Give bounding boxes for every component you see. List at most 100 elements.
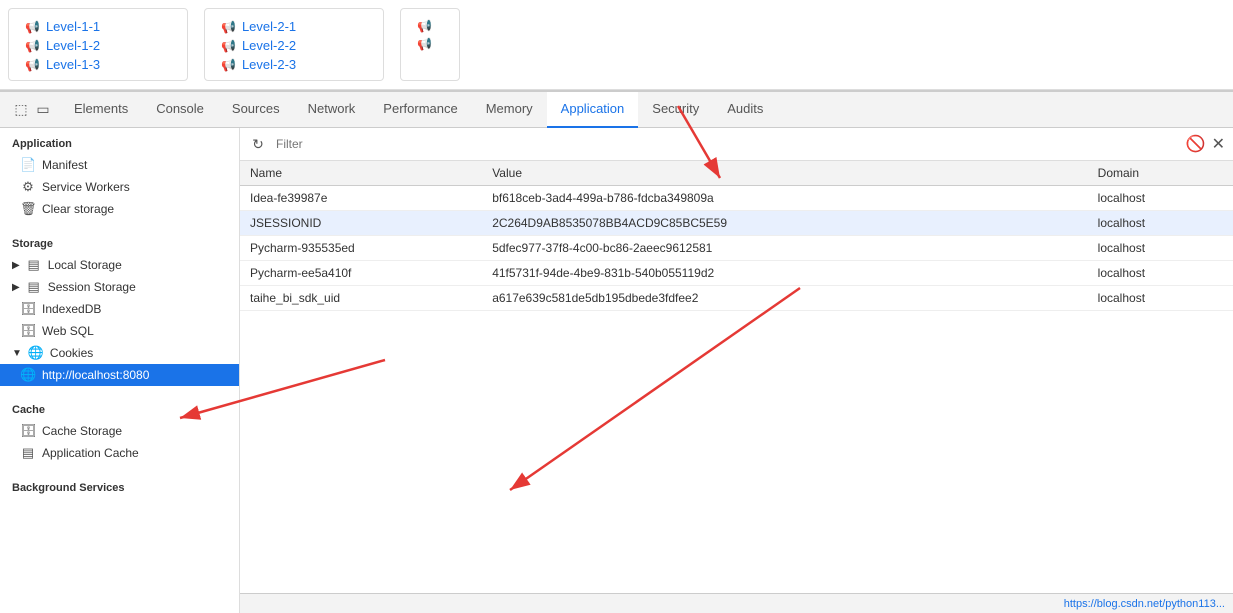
cell-value: 2C264D9AB8535078BB4ACD9C85BC5E59 [482,211,1087,236]
cell-value: a617e639c581de5db195dbede3fdfee2 [482,286,1087,311]
cookies-icon: 🌐 [28,345,44,361]
cookie-table: Name Value Domain Idea-fe39987e bf618ceb… [240,161,1233,593]
localhost-label: http://localhost:8080 [42,368,149,382]
clear-storage-icon: 🗑 [20,201,36,217]
tab-application[interactable]: Application [547,92,639,128]
tab-network[interactable]: Network [294,92,370,128]
notification-icon-2: 📢 [25,39,40,53]
mobile-icon[interactable]: ▭ [34,101,52,119]
bg-services-section-title: Background Services [0,472,239,498]
tab-memory[interactable]: Memory [472,92,547,128]
sidebar-item-indexeddb[interactable]: 🗄 IndexedDB [0,298,239,320]
cursor-icon[interactable]: ⬚ [12,101,30,119]
tab-audits-label: Audits [727,101,763,116]
level-3-1-item[interactable]: 📢 [417,19,443,33]
web-sql-label: Web SQL [42,324,94,338]
web-sql-icon: 🗄 [20,323,36,339]
cell-domain: localhost [1088,261,1233,286]
notification-icon-5: 📢 [221,39,236,53]
right-panel: ↻ 🚫 ✕ Name Value Domain [240,128,1233,613]
level-2-1-label: Level-2-1 [242,19,296,34]
level-1-2-label: Level-1-2 [46,38,100,53]
table-row[interactable]: Idea-fe39987e bf618ceb-3ad4-499a-b786-fd… [240,186,1233,211]
level-2-2-label: Level-2-2 [242,38,296,53]
table-row[interactable]: Pycharm-ee5a410f 41f5731f-94de-4be9-831b… [240,261,1233,286]
level-1-1-item[interactable]: 📢 Level-1-1 [25,19,171,34]
level-3-2-item[interactable]: 📢 [417,37,443,51]
tab-memory-label: Memory [486,101,533,116]
tab-elements-label: Elements [74,101,128,116]
table-row[interactable]: taihe_bi_sdk_uid a617e639c581de5db195dbe… [240,286,1233,311]
sidebar-item-session-storage[interactable]: ▶ ▤ Session Storage [0,276,239,298]
tab-application-label: Application [561,101,625,116]
filter-input[interactable] [276,137,1178,151]
sidebar-item-cache-storage[interactable]: 🗄 Cache Storage [0,420,239,442]
col-header-name: Name [240,161,482,186]
service-workers-label: Service Workers [42,180,130,194]
filter-bar: ↻ 🚫 ✕ [240,128,1233,161]
level-1-3-item[interactable]: 📢 Level-1-3 [25,57,171,72]
level-1-2-item[interactable]: 📢 Level-1-2 [25,38,171,53]
sidebar-item-localhost[interactable]: 🌐 http://localhost:8080 [0,364,239,386]
main-content: Application 📄 Manifest ⚙ Service Workers… [0,128,1233,613]
cell-value: 41f5731f-94de-4be9-831b-540b055119d2 [482,261,1087,286]
cell-domain: localhost [1088,211,1233,236]
tab-sources[interactable]: Sources [218,92,294,128]
cache-storage-icon: 🗄 [20,423,36,439]
devtools-panel: ⬚ ▭ Elements Console Sources Network Per… [0,90,1233,613]
level-card-3: 📢 📢 [400,8,460,81]
indexeddb-icon: 🗄 [20,301,36,317]
cell-name: Pycharm-ee5a410f [240,261,482,286]
local-storage-arrow: ▶ [12,260,20,271]
manifest-label: Manifest [42,158,87,172]
level-2-2-item[interactable]: 📢 Level-2-2 [221,38,367,53]
sidebar-item-service-workers[interactable]: ⚙ Service Workers [0,176,239,198]
tab-bar: ⬚ ▭ Elements Console Sources Network Per… [0,92,1233,128]
block-button[interactable]: 🚫 [1186,134,1206,154]
level-2-1-item[interactable]: 📢 Level-2-1 [221,19,367,34]
level-card-1: 📢 Level-1-1 📢 Level-1-2 📢 Level-1-3 [8,8,188,81]
cache-section-title: Cache [0,394,239,420]
cell-name: Pycharm-935535ed [240,236,482,261]
notification-icon-7: 📢 [417,19,432,33]
level-1-1-label: Level-1-1 [46,19,100,34]
cell-name: taihe_bi_sdk_uid [240,286,482,311]
local-storage-label: Local Storage [48,258,122,272]
tab-security[interactable]: Security [638,92,713,128]
table-header-row: Name Value Domain [240,161,1233,186]
table-row[interactable]: Pycharm-935535ed 5dfec977-37f8-4c00-bc86… [240,236,1233,261]
manifest-icon: 📄 [20,157,36,173]
sidebar: Application 📄 Manifest ⚙ Service Workers… [0,128,240,613]
tab-performance[interactable]: Performance [369,92,471,128]
cell-domain: localhost [1088,236,1233,261]
level-2-3-item[interactable]: 📢 Level-2-3 [221,57,367,72]
notification-icon-1: 📢 [25,20,40,34]
cache-storage-label: Cache Storage [42,424,122,438]
application-cache-label: Application Cache [42,446,139,460]
cookies-arrow: ▼ [12,348,22,359]
session-storage-icon: ▤ [26,279,42,295]
tab-network-label: Network [308,101,356,116]
sidebar-item-local-storage[interactable]: ▶ ▤ Local Storage [0,254,239,276]
refresh-button[interactable]: ↻ [248,136,268,153]
col-header-domain: Domain [1088,161,1233,186]
tab-console[interactable]: Console [142,92,218,128]
application-section-title: Application [0,128,239,154]
clear-button[interactable]: ✕ [1212,134,1225,154]
cell-name: JSESSIONID [240,211,482,236]
cookies-data-table: Name Value Domain Idea-fe39987e bf618ceb… [240,161,1233,311]
notification-icon-4: 📢 [221,20,236,34]
tab-performance-label: Performance [383,101,457,116]
cell-name: Idea-fe39987e [240,186,482,211]
sidebar-item-application-cache[interactable]: ▤ Application Cache [0,442,239,464]
sidebar-item-web-sql[interactable]: 🗄 Web SQL [0,320,239,342]
tab-audits[interactable]: Audits [713,92,777,128]
tab-elements[interactable]: Elements [60,92,142,128]
storage-section-title: Storage [0,228,239,254]
sidebar-item-clear-storage[interactable]: 🗑 Clear storage [0,198,239,220]
local-storage-icon: ▤ [26,257,42,273]
sidebar-item-manifest[interactable]: 📄 Manifest [0,154,239,176]
table-row[interactable]: JSESSIONID 2C264D9AB8535078BB4ACD9C85BC5… [240,211,1233,236]
session-storage-label: Session Storage [48,280,136,294]
sidebar-item-cookies[interactable]: ▼ 🌐 Cookies [0,342,239,364]
